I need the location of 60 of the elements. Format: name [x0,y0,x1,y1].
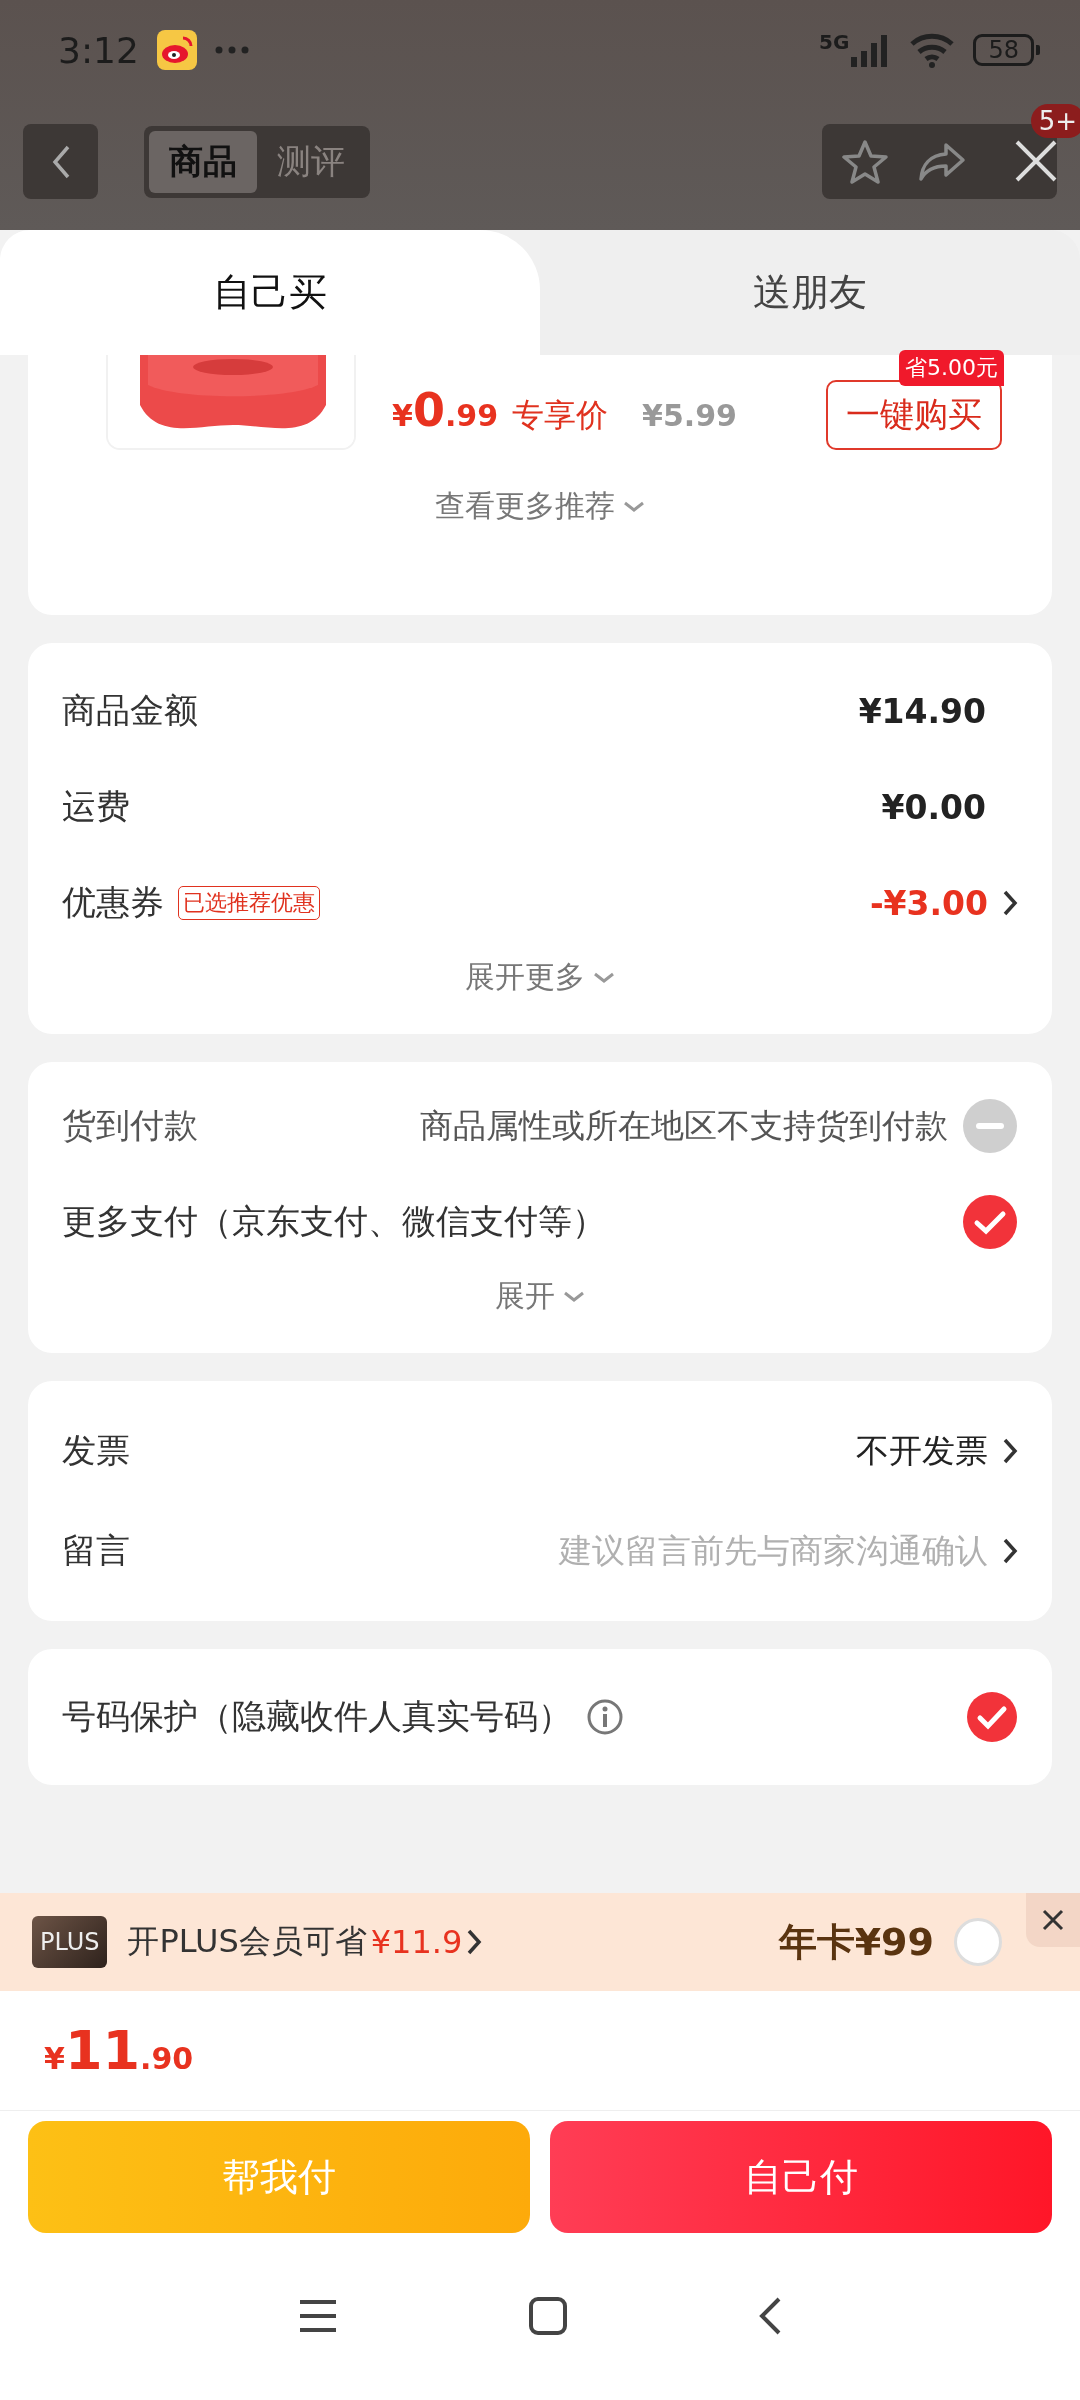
wifi-icon [909,32,956,68]
checked-icon[interactable] [966,1691,1018,1743]
checked-icon[interactable] [962,1194,1018,1250]
plus-badge: PLUS [32,1916,108,1968]
row-value: -¥3.00 [869,883,988,923]
chevron-right-icon [466,1928,483,1956]
annual-price: 年卡¥99 [778,1918,934,1966]
network-label: 5G [819,30,850,54]
close-icon [1013,138,1059,184]
close-icon [1041,1908,1065,1932]
star-icon [842,138,888,185]
back-button[interactable] [23,124,98,199]
status-time: 3:12 [58,29,139,71]
tab[interactable]: 测评 [257,130,365,193]
share-button[interactable] [918,140,966,183]
original-price: ¥5.99 [642,398,737,433]
price: ¥0.99 [392,383,499,437]
chevron-right-icon [1002,1437,1018,1465]
menu-button[interactable] [298,2297,338,2334]
coupon-tag: 已选推荐优惠 [178,886,320,920]
row-label: 发票 [62,1429,130,1472]
chevron-down-icon [593,971,615,984]
home-icon [528,2295,568,2336]
row-label: 商品金额 [62,689,198,732]
tab[interactable]: 商品 [149,130,257,193]
row-label: 运费 [62,785,130,828]
unavailable-note: 商品属性或所在地区不支持货到付款 [420,1104,948,1147]
back-button[interactable] [758,2295,782,2336]
chevron-down-icon [623,500,645,513]
price-tag: 专享价 [512,394,609,438]
pay-button[interactable]: 自己付 [550,2121,1052,2233]
chevron-right-icon [1002,1537,1018,1565]
home-button[interactable] [528,2295,568,2336]
back-icon [50,143,71,180]
total-price: ¥11.90 [44,2019,194,2082]
row-value: ¥14.90 [858,691,986,731]
plus-offer-link[interactable]: 开PLUS会员可省¥11.9 [127,1920,483,1964]
more-dots-icon [214,46,249,54]
info-icon [586,1698,624,1736]
close-button[interactable] [1026,1893,1080,1947]
share-icon [918,140,966,183]
expand-link[interactable]: 查看更多推荐 [435,486,645,527]
payment-option[interactable]: 更多支付（京东支付、微信支付等） [62,1199,606,1245]
row-value[interactable]: 不开发票 [856,1428,988,1474]
buy-button[interactable]: 一键购买 [826,380,1002,450]
app-notification-icon [156,30,197,70]
notification-badge: 5+ [1030,104,1080,138]
tab[interactable]: 自己买 [0,230,540,355]
menu-icon [298,2297,338,2334]
favorite-button[interactable] [842,138,888,185]
expand-link[interactable]: 展开 [495,1276,585,1317]
privacy-label: 号码保护（隐藏收件人真实号码） [62,1695,572,1738]
row-label: 优惠券 [62,881,164,924]
expand-link[interactable]: 展开更多 [465,957,615,998]
save-badge: 省5.00元 [899,350,1004,386]
row-value: ¥0.00 [881,787,986,827]
row-label: 留言 [62,1529,130,1572]
radio-button[interactable] [954,1918,1002,1966]
back-icon [758,2295,782,2336]
chevron-down-icon [563,1290,585,1303]
